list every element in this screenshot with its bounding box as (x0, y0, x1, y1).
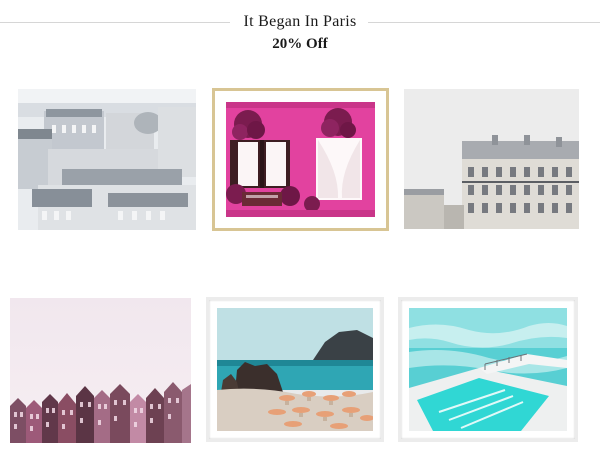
discount-label: 20% Off (272, 36, 328, 52)
product-image-pink-facade[interactable] (212, 88, 389, 231)
paris-rooftops-photo (18, 89, 196, 230)
pink-facade-photo (226, 102, 375, 217)
rocky-beach-photo (217, 308, 373, 431)
product-image-canal-houses[interactable] (10, 298, 191, 443)
product-image-rocky-beach[interactable] (206, 297, 384, 442)
haussmann-building-photo (404, 89, 579, 229)
canal-houses-photo (10, 298, 191, 443)
product-image-paris-rooftops[interactable] (18, 89, 196, 230)
collection-title: It Began In Paris (243, 13, 357, 30)
ocean-pool-photo (409, 308, 567, 431)
collection-header: It Began In Paris 20% Off (0, 0, 600, 70)
product-image-haussmann-building[interactable] (404, 89, 579, 229)
product-image-ocean-pool[interactable] (398, 297, 578, 442)
